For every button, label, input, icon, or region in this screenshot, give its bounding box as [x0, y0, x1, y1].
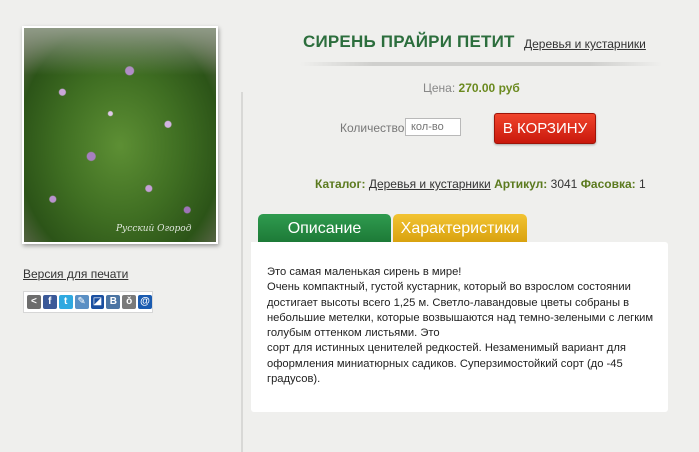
twitter-icon[interactable]: t — [58, 295, 73, 309]
price-value: 270.00 руб — [458, 81, 520, 95]
product-photo[interactable]: Русский Огород — [24, 28, 216, 242]
description-line: Это самая маленькая сирень в мире! — [267, 266, 462, 278]
description-panel: Это самая маленькая сирень в мире! Очень… — [251, 242, 668, 412]
add-to-cart-button[interactable]: В КОРЗИНУ — [494, 113, 596, 144]
facebook-icon[interactable]: f — [42, 295, 57, 309]
delicious-icon[interactable]: ◪ — [90, 295, 105, 309]
odnoklassniki-icon[interactable]: ǒ — [122, 295, 137, 309]
description-line: сорт для истинных ценителей редкостей. Н… — [267, 342, 626, 386]
product-photo-frame[interactable]: Русский Огород — [22, 26, 218, 244]
livejournal-icon[interactable]: ✎ — [74, 295, 89, 309]
print-version-link[interactable]: Версия для печати — [23, 267, 128, 281]
price-row: Цена: 270.00 руб — [423, 81, 520, 95]
quantity-input[interactable] — [405, 118, 461, 136]
description-text: Это самая маленькая сирень в мире! Очень… — [267, 265, 657, 387]
mailru-icon[interactable]: @ — [138, 295, 152, 309]
title-underline — [300, 62, 662, 66]
share-icon[interactable]: < — [27, 295, 41, 309]
sku-value: 3041 — [550, 177, 578, 191]
price-label: Цена: — [423, 81, 456, 95]
sku-label: Артикул: — [494, 177, 548, 191]
title-category-link[interactable]: Деревья и кустарники — [524, 37, 646, 51]
pack-value: 1 — [639, 177, 646, 191]
share-bar: < f t ✎ ◪ B ǒ @ — [23, 291, 153, 313]
vkontakte-icon[interactable]: B — [106, 295, 121, 309]
tab-characteristics[interactable]: Характеристики — [393, 214, 527, 242]
photo-watermark: Русский Огород — [116, 224, 192, 234]
column-divider — [241, 92, 243, 452]
tab-description[interactable]: Описание — [258, 214, 391, 242]
quantity-label: Количество: — [340, 121, 408, 135]
description-line: Очень компактный, густой кустарник, кото… — [267, 281, 654, 340]
product-title: СИРЕНЬ ПРАЙРИ ПЕТИТ — [303, 32, 515, 51]
catalog-label: Каталог: — [315, 177, 366, 191]
catalog-link[interactable]: Деревья и кустарники — [369, 177, 491, 191]
pack-label: Фасовка: — [580, 177, 636, 191]
product-meta: Каталог: Деревья и кустарники Артикул: 3… — [315, 177, 646, 191]
